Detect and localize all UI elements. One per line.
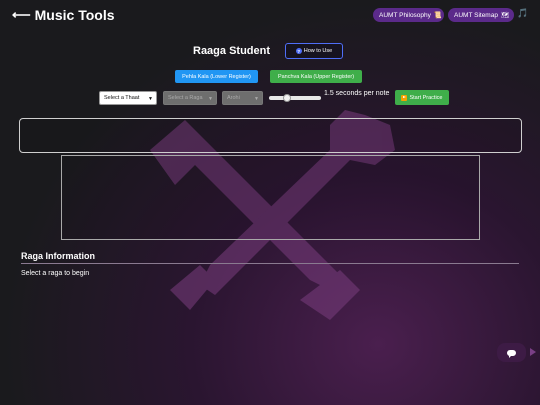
music-note-icon[interactable]: 🎵 <box>517 8 528 19</box>
map-icon: 🗺 <box>500 12 510 19</box>
info-icon: ? <box>295 48 302 54</box>
practice-canvas[interactable] <box>61 155 480 240</box>
raga-info-heading: Raga Information <box>21 251 96 261</box>
raga-select[interactable]: Select a Raga ▼ <box>163 91 217 105</box>
chevron-down-icon: ▼ <box>254 96 259 102</box>
thaat-select-value: Select a Thaat <box>104 95 140 101</box>
upper-register-button[interactable]: Panchva Kala (Upper Register) <box>270 70 362 83</box>
philosophy-button[interactable]: AUMT Philosophy 📜 <box>373 8 444 22</box>
raga-select-value: Select a Raga <box>168 95 203 101</box>
speed-slider-knob[interactable] <box>283 94 292 102</box>
sitemap-label: AUMT Sitemap <box>454 11 498 19</box>
chevron-down-icon: ▼ <box>208 96 213 102</box>
scroll-icon: 📜 <box>433 12 442 19</box>
top-header: ⟵ Music Tools AUMT Philosophy 📜 AUMT Sit… <box>0 0 540 32</box>
back-link[interactable]: ⟵ Music Tools <box>12 7 115 23</box>
philosophy-label: AUMT Philosophy <box>379 11 431 19</box>
lower-register-button[interactable]: Pehla Kala (Lower Register) <box>175 70 258 83</box>
arohi-select[interactable]: Arohi ▼ <box>222 91 263 105</box>
raga-info-text: Select a raga to begin <box>21 270 90 277</box>
practice-controls: Select a Thaat ▼ Select a Raga ▼ Arohi ▼… <box>0 89 540 109</box>
arohi-select-value: Arohi <box>227 95 240 101</box>
thaat-select[interactable]: Select a Thaat ▼ <box>99 91 157 105</box>
start-practice-button[interactable]: Start Practice <box>395 90 449 105</box>
how-to-use-label: How to Use <box>303 48 333 54</box>
chat-bubble-icon <box>507 349 516 358</box>
back-arrow-icon: ⟵ <box>12 7 31 22</box>
notation-display <box>19 118 522 153</box>
divider <box>21 263 519 264</box>
play-icon <box>401 94 408 101</box>
start-practice-label: Start Practice <box>409 94 443 101</box>
speed-label: 1.5 seconds per note <box>324 90 390 97</box>
how-to-use-button[interactable]: ? How to Use <box>285 43 343 59</box>
chevron-down-icon: ▼ <box>148 96 153 102</box>
chat-button[interactable] <box>497 343 526 362</box>
app-title: Music Tools <box>34 7 115 23</box>
sitemap-button[interactable]: AUMT Sitemap 🗺 <box>448 8 514 22</box>
page-title: Raaga Student <box>193 45 271 57</box>
chat-toggle-arrow-icon[interactable] <box>530 348 536 356</box>
speed-slider[interactable] <box>269 94 321 102</box>
